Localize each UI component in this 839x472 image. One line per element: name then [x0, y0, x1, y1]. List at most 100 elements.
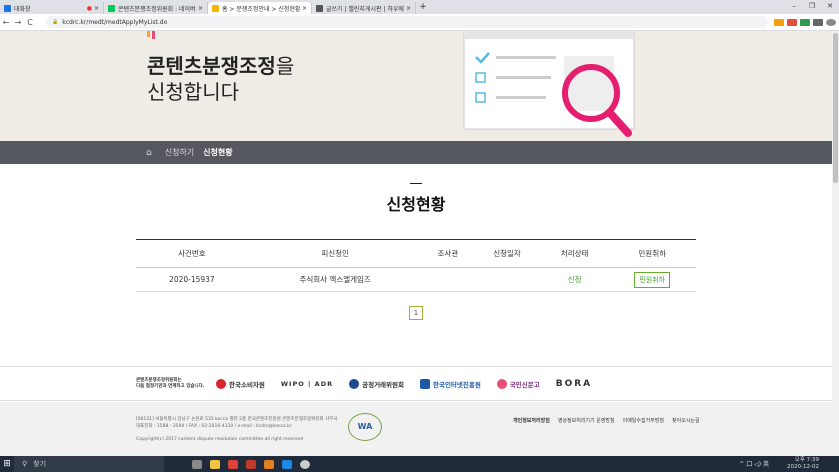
app-icon[interactable]: [246, 459, 256, 469]
breadcrumb: ⌂ 신청하기 신청현황: [0, 141, 832, 164]
footer-link[interactable]: 찾아오시는길: [672, 417, 700, 424]
copyright: Copyright(c) 2017 content dispute resolu…: [136, 437, 304, 442]
nav-item-status[interactable]: 신청현황: [203, 147, 232, 158]
restore-icon[interactable]: ❐: [803, 0, 821, 14]
recording-dot-icon: ●: [86, 4, 92, 12]
browser-tab[interactable]: 글쓰기 | 챌린지게시판 | 하우에어 ×: [312, 2, 416, 14]
home-icon[interactable]: ⌂: [146, 148, 152, 158]
partners-intro: 콘텐츠분쟁조정위원회는 다음 협정기관과 연계하고 있습니다.: [136, 378, 216, 390]
close-tab-icon[interactable]: ×: [302, 5, 307, 12]
footer-link[interactable]: 개인정보처리방침: [513, 417, 550, 424]
nav-item-apply[interactable]: 신청하기: [165, 147, 194, 158]
partner-logo[interactable]: WIPO | ADR: [281, 380, 333, 388]
page-content: 콘텐츠분쟁조정을 신청합니다 ⌂ 신청하기 신청현황 신청현황 사건번호 피신청…: [0, 31, 832, 456]
browser-tab[interactable]: 대화창 ● ×: [0, 2, 104, 14]
footer-link[interactable]: 이메일수집거부방침: [623, 417, 664, 424]
tab-favicon-icon: [108, 4, 115, 12]
footer-address: [06131] 서울특별시 강남구 논현로 535 kocca 별관 2층 한국…: [136, 416, 376, 430]
cancel-cell: 민원취하: [608, 267, 696, 292]
partners-intro-line: 다음 협정기관과 연계하고 있습니다.: [136, 383, 205, 389]
search-icon: ⚲: [22, 460, 28, 468]
close-tab-icon[interactable]: ×: [94, 5, 99, 12]
document-search-illustration: [463, 31, 635, 137]
system-tray-icons[interactable]: ^ 囗 ◁) 英: [739, 459, 769, 468]
extension-icon[interactable]: [774, 18, 784, 26]
browser-tab-active[interactable]: 홈 > 분쟁조정안내 > 신청현황 ×: [208, 2, 312, 14]
browser-tab-bar: 대화창 ● × 콘텐츠분쟁조정위원회 : 네이버 × 홈 > 분쟁조정안내 > …: [0, 0, 839, 14]
chrome-icon[interactable]: [228, 459, 238, 469]
clock[interactable]: 오후 7:39 2020-12-02: [787, 457, 819, 471]
extension-icon[interactable]: [813, 18, 823, 26]
table-row[interactable]: 2020-15937 주식회사 엑스엘게임즈 신청 민원취하: [136, 267, 696, 292]
minimize-icon[interactable]: –: [785, 0, 803, 14]
address-line: [06131] 서울특별시 강남구 논현로 535 kocca 별관 2층 한국…: [136, 417, 338, 422]
web-accessibility-mark: WA: [348, 413, 382, 441]
column-header: 피신청인: [247, 239, 423, 268]
url-text: kcdrc.kr/medt/medtApplyMyList.do: [62, 18, 168, 26]
app-icon[interactable]: [264, 459, 274, 469]
clock-time: 오후 7:39: [794, 457, 819, 463]
windows-taskbar: ⊞ ⚲ 찾기 ^ 囗 ◁) 英 오후 7:39 2020-12-02: [0, 456, 839, 472]
footer-link[interactable]: 영상정보처리기기 운영방침: [558, 417, 615, 424]
forward-icon[interactable]: →: [12, 18, 24, 27]
taskbar-search[interactable]: ⚲ 찾기: [14, 456, 164, 472]
lock-icon: 🔒: [52, 19, 59, 25]
column-header: 신청일자: [473, 239, 541, 268]
back-icon[interactable]: ←: [0, 18, 12, 27]
edge-icon[interactable]: [282, 459, 292, 469]
partner-logo[interactable]: 한국소비자원: [216, 378, 265, 389]
title-divider: [410, 183, 422, 184]
browser-tab[interactable]: 콘텐츠분쟁조정위원회 : 네이버 ×: [104, 2, 208, 14]
footer-links: 개인정보처리방침 영상정보처리기기 운영방침 이메일수집거부방침 찾아오시는길: [513, 417, 708, 424]
column-header: 민원취하: [608, 239, 696, 268]
page-number-button[interactable]: 1: [409, 306, 423, 320]
extension-icon[interactable]: [800, 18, 810, 26]
hero-subtitle: 신청합니다: [147, 80, 239, 104]
close-window-icon[interactable]: ✕: [821, 0, 839, 14]
tab-title: 콘텐츠분쟁조정위원회 : 네이버: [118, 5, 196, 13]
status-badge: 신청: [540, 267, 609, 292]
url-bar[interactable]: 🔒 kcdrc.kr/medt/medtApplyMyList.do: [46, 16, 768, 28]
phone-line: 대표전화 : 1588 - 2594 / FAX : 02-2016-4110 …: [136, 424, 292, 429]
address-toolbar: ← → C 🔒 kcdrc.kr/medt/medtApplyMyList.do: [0, 14, 839, 31]
partner-logo[interactable]: 한국인터넷진흥원: [419, 378, 481, 389]
taskbar-apps: [188, 459, 314, 469]
tab-title: 대화창: [14, 5, 31, 13]
hero-title: 콘텐츠분쟁조정을: [147, 54, 295, 78]
avatar[interactable]: [826, 18, 836, 26]
partner-logo[interactable]: BORA: [556, 379, 592, 389]
column-header: 사건번호: [136, 239, 248, 268]
site-footer: [06131] 서울특별시 강남구 논현로 535 kocca 별관 2층 한국…: [0, 402, 832, 456]
start-icon[interactable]: ⊞: [0, 459, 14, 469]
clock-date: 2020-12-02: [787, 464, 819, 470]
tab-favicon-icon: [316, 4, 323, 12]
close-tab-icon[interactable]: ×: [198, 5, 203, 12]
partner-logo[interactable]: 국민신문고: [496, 378, 540, 389]
extension-icon[interactable]: [787, 18, 797, 26]
decoration-icon: [147, 31, 155, 39]
case-number: 2020-15937: [136, 267, 248, 292]
tab-title: 홈 > 분쟁조정안내 > 신청현황: [222, 5, 300, 13]
cancel-complaint-button[interactable]: 민원취하: [634, 271, 671, 288]
scrollbar[interactable]: [832, 31, 839, 456]
task-view-icon[interactable]: [192, 459, 202, 469]
hero-banner: 콘텐츠분쟁조정을 신청합니다: [0, 31, 832, 141]
page-title: 신청현황: [386, 195, 446, 214]
scrollbar-thumb[interactable]: [833, 33, 838, 183]
close-tab-icon[interactable]: ×: [406, 5, 411, 12]
tab-favicon-icon: [212, 4, 219, 12]
tab-title: 글쓰기 | 챌린지게시판 | 하우에어: [326, 5, 404, 13]
table-header-row: 사건번호 피신청인 조사관 신청일자 처리상태 민원취하: [136, 239, 696, 268]
extension-icons: [774, 18, 839, 26]
file-explorer-icon[interactable]: [210, 459, 220, 469]
app-icon[interactable]: [300, 459, 310, 469]
respondent: 주식회사 엑스엘게임즈: [247, 267, 423, 292]
investigator: [422, 267, 474, 292]
window-controls: – ❐ ✕: [785, 0, 839, 14]
search-placeholder: 찾기: [33, 460, 47, 468]
tab-favicon-icon: [4, 4, 11, 12]
reload-icon[interactable]: C: [24, 18, 36, 27]
partner-logos-bar: 콘텐츠분쟁조정위원회는 다음 협정기관과 연계하고 있습니다. 한국소비자원 W…: [0, 366, 832, 401]
new-tab-button[interactable]: +: [416, 2, 430, 14]
partner-logo[interactable]: 공정거래위원회: [349, 378, 404, 389]
